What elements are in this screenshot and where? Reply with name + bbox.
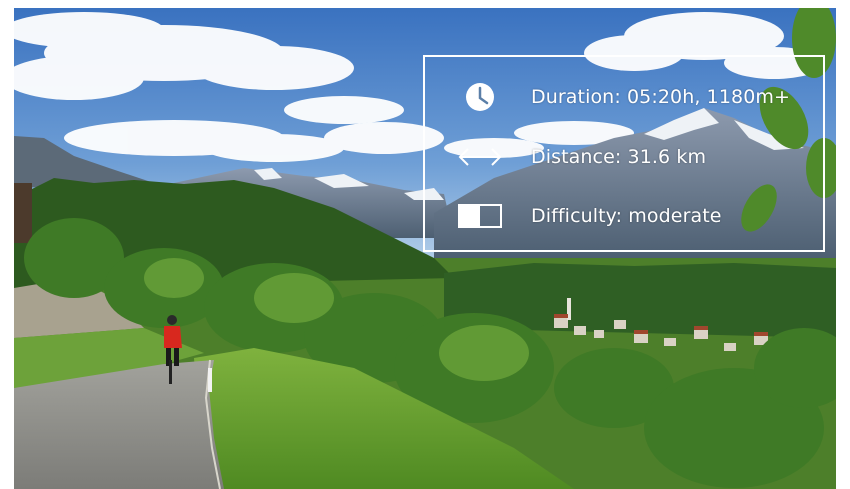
double-arrow-icon <box>457 141 503 173</box>
difficulty-text: Difficulty: moderate <box>531 205 722 227</box>
road-marker-post <box>208 368 212 392</box>
house-edge <box>14 183 32 243</box>
toggle-half-icon <box>457 200 503 232</box>
distance-row: Distance: 31.6 km <box>425 139 823 175</box>
distance-text: Distance: 31.6 km <box>531 146 707 168</box>
duration-text: Duration: 05:20h, 1180m+ <box>531 86 791 108</box>
trail-info-box: Duration: 05:20h, 1180m+ Distance: 31.6 … <box>423 55 825 252</box>
clock-icon <box>457 81 503 113</box>
difficulty-row: Difficulty: moderate <box>425 198 823 234</box>
duration-row: Duration: 05:20h, 1180m+ <box>425 79 823 115</box>
